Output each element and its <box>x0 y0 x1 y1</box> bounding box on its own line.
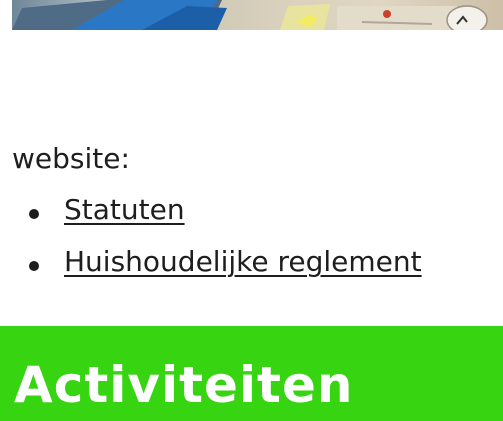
statuten-link[interactable]: Statuten <box>64 190 185 230</box>
bullet-icon <box>29 209 39 219</box>
bullet-icon <box>29 261 39 271</box>
huishoudelijk-reglement-link[interactable]: Huishoudelijke reglement <box>64 242 422 282</box>
header-photo <box>12 0 503 30</box>
section-heading: Activiteiten <box>14 356 354 414</box>
activiteiten-section-header: Activiteiten <box>0 326 503 421</box>
intro-text: website: <box>12 142 130 175</box>
